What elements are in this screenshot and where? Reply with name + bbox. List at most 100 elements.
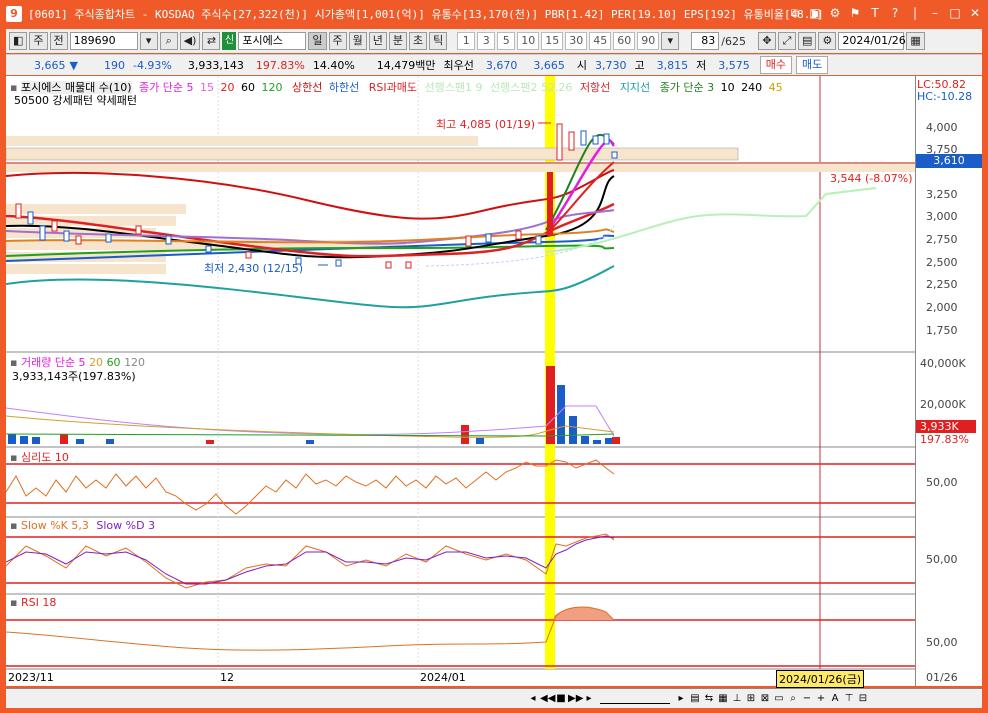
psy-line — [6, 459, 615, 515]
crosshair-icon[interactable]: ✥ — [758, 32, 776, 50]
rewind-icon[interactable]: ◀◀ — [540, 692, 555, 706]
period-month-tab[interactable]: 월 — [348, 32, 367, 50]
tool-icon[interactable]: ⊞ — [744, 692, 758, 706]
period-day-tab[interactable]: 일 — [308, 32, 327, 50]
slow-k-line — [6, 533, 615, 589]
rsi-line — [6, 606, 615, 651]
font-icon[interactable]: T — [868, 5, 882, 21]
date-input[interactable]: 2024/01/26 — [838, 32, 906, 50]
tool-icon[interactable]: ⊠ — [758, 692, 772, 706]
stop-icon[interactable]: ■ — [554, 692, 568, 706]
code-dropdown-icon[interactable]: ▾ — [139, 32, 158, 50]
chart-toolbar: ◧ 주 전 189690 ▾ ⌕ ◀) ⇄ 신 포시에스 일 주 월 년 분 초… — [6, 29, 982, 53]
interval-dropdown-icon[interactable]: ▾ — [661, 32, 680, 50]
tool-icon[interactable]: ▤ — [688, 692, 702, 706]
tool-icon[interactable]: ⊤ — [842, 692, 856, 706]
slider-right-icon[interactable]: ▸ — [674, 692, 688, 706]
rsi-legend-label: RSI 18 — [20, 596, 57, 609]
legend-support: 지지선 — [619, 81, 651, 94]
period-week-tab[interactable]: 주 — [328, 32, 347, 50]
plus-icon[interactable]: + — [814, 692, 828, 706]
close-icon[interactable]: ✕ — [968, 5, 982, 21]
divider-icon: | — [912, 6, 918, 20]
link-icon[interactable]: ⧉ — [788, 5, 802, 21]
interval-15[interactable]: 15 — [541, 32, 564, 50]
minimize-icon[interactable]: – — [928, 5, 942, 21]
credit-tag: 신 — [222, 32, 237, 50]
span-line — [545, 187, 877, 253]
zoom-icon[interactable]: ⌕ — [786, 692, 800, 706]
scroll-right-icon[interactable]: ▸ — [582, 692, 596, 706]
interval-1[interactable]: 1 — [457, 32, 476, 50]
axis-label: 2,250 — [926, 278, 958, 291]
rsi-legend: ▪ RSI 18 — [10, 596, 57, 609]
tool-icon[interactable]: ⊟ — [856, 692, 870, 706]
period-tick-tab[interactable]: 틱 — [429, 32, 448, 50]
gear-icon[interactable]: ⚙ — [818, 32, 837, 50]
zoom-slider[interactable] — [600, 694, 670, 704]
down-arrow-icon: ▼ — [69, 58, 78, 72]
interval-10[interactable]: 10 — [517, 32, 540, 50]
low-price: 3,575 — [718, 58, 750, 72]
volume-badge: 3,933K — [916, 420, 976, 433]
period-second-tab[interactable]: 초 — [409, 32, 428, 50]
pin-icon[interactable]: ⚑ — [848, 5, 862, 21]
market-type-select[interactable]: 주 — [29, 32, 48, 50]
tool-icon[interactable]: ⊥ — [730, 692, 744, 706]
search-icon[interactable]: ⌕ — [159, 32, 178, 50]
psy-legend: ▪ 심리도 10 — [10, 451, 69, 464]
interval-30[interactable]: 30 — [565, 32, 588, 50]
interval-45[interactable]: 45 — [589, 32, 612, 50]
volume-value: 3,933,143 — [187, 58, 244, 72]
tool-icon[interactable]: ▭ — [772, 692, 786, 706]
sound-icon[interactable]: ◀) — [179, 32, 201, 50]
font-icon[interactable]: A — [828, 692, 842, 706]
hc-value: HC:-10.28 — [917, 90, 973, 103]
play-icon[interactable]: ▶▶ — [568, 692, 583, 706]
maximize-icon[interactable]: □ — [948, 5, 962, 21]
open-price: 3,730 — [595, 58, 627, 72]
interval-60[interactable]: 60 — [613, 32, 636, 50]
tool-icon[interactable]: ▦ — [716, 692, 730, 706]
rsi-overbought-fill — [554, 607, 614, 620]
cursor-date-badge: 2024/01/26(금) — [776, 670, 865, 688]
market-scope-select[interactable]: 전 — [49, 32, 68, 50]
best-bid: 3,665 — [533, 58, 565, 72]
data-count-input[interactable]: 83 — [691, 32, 720, 50]
axis-date-label: 01/26 — [926, 671, 958, 684]
interval-3[interactable]: 3 — [477, 32, 496, 50]
volume-profile-bar — [6, 264, 166, 274]
settings-icon[interactable]: ⚙ — [828, 5, 842, 21]
date-label-dec: 12 — [220, 671, 234, 684]
save-icon[interactable]: ▤ — [798, 32, 817, 50]
legend-lower: 하한선 — [328, 81, 360, 94]
screen-icon[interactable]: ▣ — [808, 5, 822, 21]
period-minute-tab[interactable]: 분 — [388, 32, 408, 50]
legend-resist: 저항선 — [579, 81, 611, 94]
sell-button[interactable]: 매도 — [796, 56, 829, 74]
low-label: 저 — [696, 59, 707, 72]
minus-icon[interactable]: − — [800, 692, 814, 706]
open-label: 시 — [576, 59, 588, 72]
compare-icon[interactable]: ⤢ — [778, 32, 796, 50]
chart-area[interactable]: ▪ 포시에스 매물대 수(10) 종가 단순 5 15 20 60 120 상한… — [6, 76, 982, 688]
best-ask: 3,670 — [485, 58, 518, 72]
scroll-left-icon[interactable]: ◂ — [526, 692, 540, 706]
volume-axis-label: 40,000K — [920, 357, 966, 370]
legend-rsi: RSI과매도 — [368, 81, 417, 94]
axis-label: 1,750 — [926, 324, 958, 337]
arrow-icon[interactable]: ⇄ — [202, 32, 221, 50]
price-axis[interactable]: LC:50.82 HC:-10.28 4,000 3,750 3,610 3,2… — [915, 76, 982, 686]
buy-button[interactable]: 매수 — [759, 56, 793, 74]
help-icon[interactable]: ? — [888, 5, 902, 21]
calendar-icon[interactable]: ▦ — [906, 32, 925, 50]
volume-axis-label: 20,000K — [920, 398, 966, 411]
stock-code-input[interactable]: 189690 — [69, 32, 138, 50]
interval-90[interactable]: 90 — [637, 32, 660, 50]
panel-toggle-button[interactable]: ◧ — [9, 32, 28, 50]
legend-span1: 선행스팬1 9 — [424, 81, 483, 94]
tool-icon[interactable]: ⇆ — [702, 692, 716, 706]
low-annotation: 최저 2,430 (12/15) — [204, 262, 304, 275]
interval-5[interactable]: 5 — [497, 32, 516, 50]
period-year-tab[interactable]: 년 — [368, 32, 387, 50]
